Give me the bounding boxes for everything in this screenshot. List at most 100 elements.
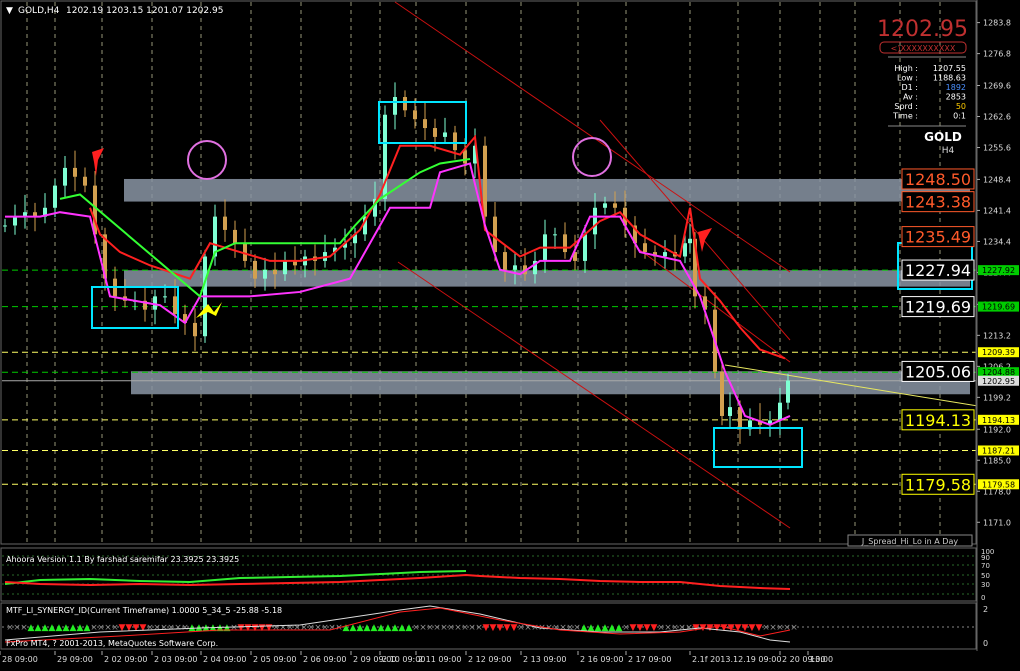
ind1-axis-label: 0 <box>981 594 985 602</box>
candle-body <box>553 234 557 236</box>
candle-body <box>83 176 87 186</box>
ind1-axis-label: 70 <box>981 562 990 570</box>
candle-body <box>683 243 687 257</box>
ind2-mark: ▲ <box>371 623 378 633</box>
time-tick-label: 2 05 09:00 <box>253 655 296 664</box>
price-tick-label: 1171.0 <box>983 518 1011 527</box>
chart-symbol-label: GOLD,H4 <box>18 6 60 16</box>
info-label: Low : <box>897 74 918 83</box>
candle-body <box>233 229 237 244</box>
price-axis-tag-label: 1187.21 <box>982 446 1015 455</box>
info-value: 2853 <box>946 93 966 102</box>
price-tick-label: 1213.2 <box>983 331 1011 340</box>
time-tick-label: 2.1f 2013.12.19 09:00 <box>692 655 781 664</box>
candle-body <box>613 203 617 208</box>
candle-body <box>513 265 517 270</box>
ind2-mark: ▼ <box>497 623 504 633</box>
candle-body <box>738 407 742 430</box>
indicator-synergy-panel[interactable]: MTF_LI_SYNERGY_ID(Current Timeframe) 1.0… <box>0 602 988 650</box>
indicator2-title: MTF_LI_SYNERGY_ID(Current Timeframe) 1.0… <box>6 606 282 615</box>
candle-body <box>173 296 177 315</box>
price-tick-label: 1199.2 <box>983 393 1011 402</box>
indicator-ahoora-panel[interactable]: Ahoora Version 1.1 By farshad saremifar … <box>0 547 994 602</box>
ind2-mark: ▲ <box>35 623 42 633</box>
price-axis-tag-label: 1219.69 <box>982 303 1015 312</box>
candle-body <box>73 167 77 177</box>
symbol-arrow-icon[interactable]: ▼ <box>6 6 13 16</box>
candle-body <box>243 243 247 261</box>
bid-label: <)XXXXXXXXXX <box>891 44 956 53</box>
price-tick-label: 1269.6 <box>983 82 1011 91</box>
candle-body <box>443 132 447 137</box>
candle-body <box>503 252 507 270</box>
ind2-mark: ▲ <box>399 623 406 633</box>
level-label: 1179.58 <box>905 475 971 494</box>
ind2-mark: ▲ <box>77 623 84 633</box>
resistance-zone <box>131 371 970 395</box>
ind2-mark: ▲ <box>378 623 385 633</box>
candle-body <box>13 216 17 226</box>
candle-body <box>663 252 667 257</box>
time-tick-label: 28 09:00 <box>2 655 38 664</box>
info-label: Av : <box>903 93 918 102</box>
ind2-mark: ▼ <box>126 623 133 633</box>
ind2-mark: ▼ <box>245 623 252 633</box>
candle-body <box>153 296 157 310</box>
candle-body <box>603 203 607 208</box>
candle-body <box>273 269 277 275</box>
time-tick-label: 2 12 09:00 <box>468 655 511 664</box>
ind1-axis-label: 50 <box>981 572 990 580</box>
ind2-mark: ▼ <box>749 623 756 633</box>
info-label: High : <box>894 64 918 73</box>
ind2-mark: ▼ <box>504 623 511 633</box>
info-value: 50 <box>956 102 966 111</box>
price-tick-label: 1255.6 <box>983 144 1011 153</box>
price-tick-label: 1276.8 <box>983 50 1011 59</box>
panel-timeframe: H4 <box>942 146 955 156</box>
ind2-mark: ▼ <box>483 623 490 633</box>
candle-body <box>720 371 724 416</box>
candle-body <box>63 167 67 186</box>
ind2-mark: ▲ <box>70 623 77 633</box>
level-label: 1235.49 <box>905 228 971 247</box>
candle-body <box>423 119 427 129</box>
time-tick-label: 2 03 09:00 <box>154 655 197 664</box>
price-tick-label: 1241.4 <box>983 206 1011 215</box>
price-tick-label: 1234.4 <box>983 237 1011 246</box>
ind2-axis-label: 0 <box>983 639 988 648</box>
info-value: 1892 <box>946 83 966 92</box>
price-axis-tag-label: 1227.92 <box>982 266 1015 275</box>
info-value: 1188.63 <box>933 74 966 83</box>
ind2-mark: ▼ <box>133 623 140 633</box>
candle-body <box>688 238 692 244</box>
mt4-chart-window[interactable]: ▼ GOLD,H4 1202.19 1203.15 1201.07 1202.9… <box>0 0 1020 667</box>
ind2-mark: ▲ <box>392 623 399 633</box>
time-tick-label: 29 09:00 <box>57 655 93 664</box>
ind1-axis-label: 90 <box>981 554 990 562</box>
level-label: 1243.38 <box>905 193 971 212</box>
ind2-mark: ▲ <box>42 623 49 633</box>
info-value: 1207.55 <box>933 64 966 73</box>
big-price: 1202.95 <box>877 17 968 42</box>
candle-body <box>413 110 417 120</box>
candle-body <box>593 207 597 235</box>
candle-body <box>163 296 167 298</box>
level-label: 1248.50 <box>905 170 971 189</box>
candle-body <box>583 234 587 261</box>
ind2-mark: ▲ <box>49 623 56 633</box>
price-tick-label: 1185.0 <box>983 456 1011 465</box>
ind2-mark: ▼ <box>252 623 259 633</box>
candle-body <box>3 225 7 227</box>
candle-body <box>483 145 487 217</box>
ind2-mark: ▼ <box>259 623 266 633</box>
ind2-mark: ▲ <box>385 623 392 633</box>
ind2-mark: ▼ <box>490 623 497 633</box>
candle-body <box>728 407 732 416</box>
level-label: 1194.13 <box>905 411 971 430</box>
candle-body <box>283 260 287 275</box>
ind2-mark: ▲ <box>28 623 35 633</box>
level-label: 1227.94 <box>905 261 971 280</box>
info-label: D1 : <box>902 83 919 92</box>
time-tick-label: 2 16 09:00 <box>580 655 623 664</box>
candle-body <box>493 216 497 253</box>
